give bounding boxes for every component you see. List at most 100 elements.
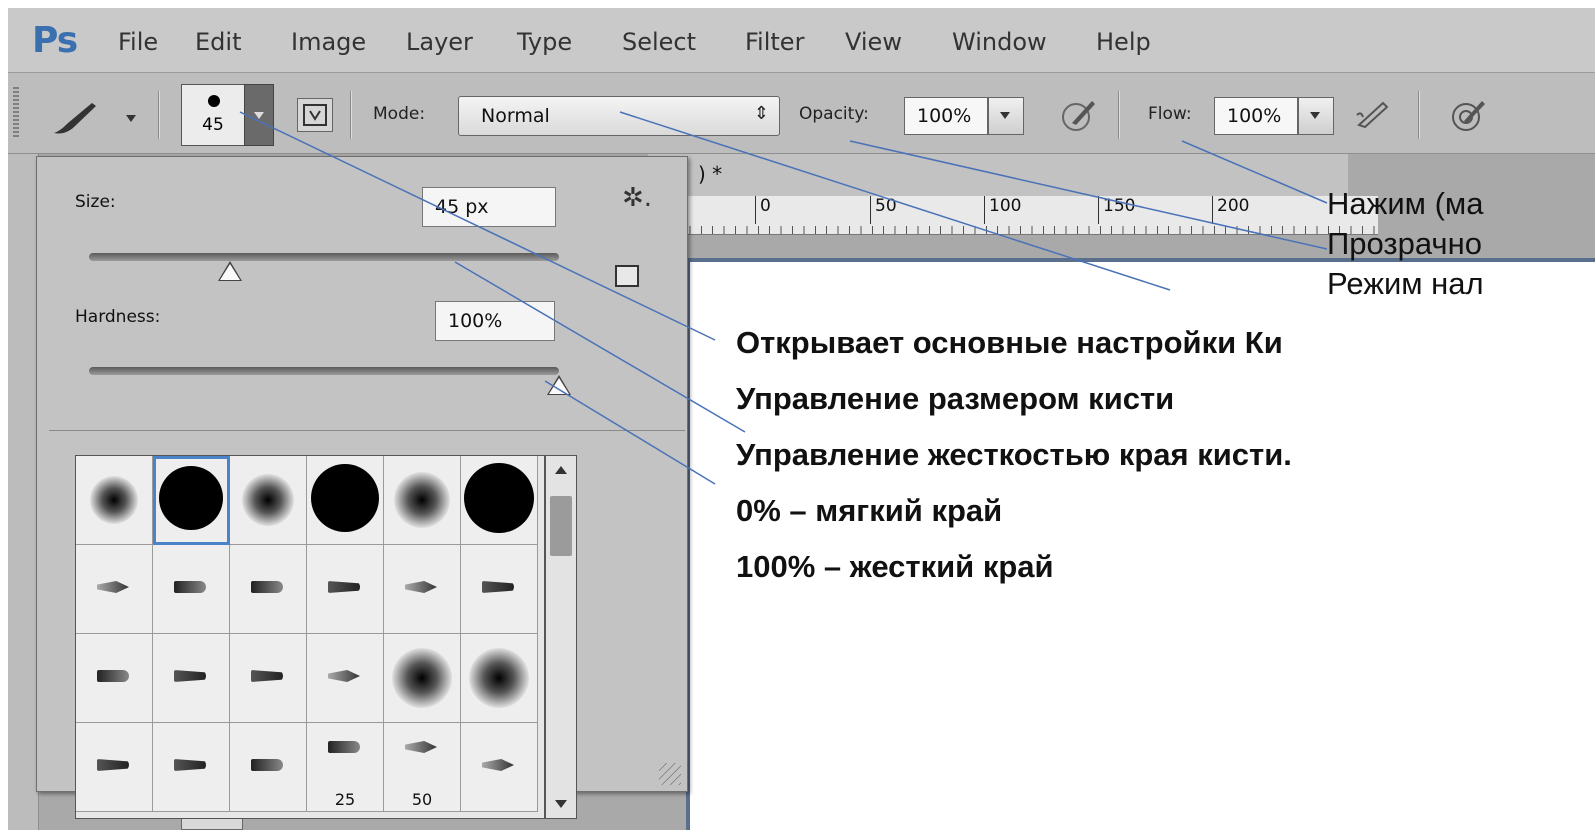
menu-help[interactable]: Help xyxy=(1096,28,1151,56)
brush-preset-hard-round[interactable] xyxy=(307,456,384,545)
hardness-field[interactable]: 100% xyxy=(435,301,555,341)
opacity-dropdown[interactable] xyxy=(988,97,1024,135)
brush-preset-tip[interactable] xyxy=(461,723,538,812)
size-field[interactable]: 45 px xyxy=(422,187,556,227)
preset-number: 50 xyxy=(411,790,433,809)
brush-preset-soft-round[interactable] xyxy=(76,456,153,545)
tools-panel xyxy=(8,154,39,830)
brush-preset-tip[interactable] xyxy=(153,545,230,634)
brush-preset-tip[interactable] xyxy=(153,634,230,723)
ruler-mark: 150 xyxy=(1098,196,1135,224)
chevron-down-icon xyxy=(1310,112,1320,119)
gear-icon[interactable]: ✲. xyxy=(622,183,652,213)
brush-panel-toggle-button[interactable] xyxy=(297,98,333,132)
brush-tool-icon[interactable] xyxy=(48,97,108,137)
chevron-down-icon xyxy=(254,112,264,119)
mode-label: Mode: xyxy=(373,104,426,124)
brush-preset-tip-25[interactable]: 25 xyxy=(307,723,384,812)
ruler-mark: 200 xyxy=(1212,196,1249,224)
brush-preset-soft-round[interactable] xyxy=(461,634,538,723)
ruler-mark: 100 xyxy=(984,196,1021,224)
menu-layer[interactable]: Layer xyxy=(406,28,473,56)
updown-arrows-icon: ⇕ xyxy=(753,103,769,124)
menu-edit[interactable]: Edit xyxy=(195,28,241,56)
brush-preset-button[interactable]: 45 xyxy=(181,84,245,146)
annotation-mode: Режим нал xyxy=(1327,266,1484,301)
brush-preset-tip[interactable] xyxy=(76,545,153,634)
hardness-slider-track[interactable] xyxy=(89,367,559,375)
tablet-pressure-opacity-icon[interactable] xyxy=(1058,95,1098,135)
hardness-value: 100% xyxy=(448,310,503,332)
brush-preset-tip[interactable] xyxy=(384,545,461,634)
brush-preset-tip[interactable] xyxy=(461,545,538,634)
brush-preset-hard-round-selected[interactable] xyxy=(153,456,230,545)
options-bar: 45 Mode: Normal ⇕ Opacity: 100% Flow: 10… xyxy=(8,73,1595,154)
brush-preset-tip[interactable] xyxy=(76,634,153,723)
brush-preset-size: 45 xyxy=(202,115,224,135)
menu-filter[interactable]: Filter xyxy=(745,28,804,56)
preset-scrollbar[interactable] xyxy=(545,455,577,819)
brush-preset-tip[interactable] xyxy=(153,723,230,812)
brush-dot-icon xyxy=(208,95,220,107)
new-preset-icon[interactable] xyxy=(615,265,639,287)
document-tab-title: ) * xyxy=(698,162,723,186)
mode-select[interactable]: Normal ⇕ xyxy=(458,96,780,136)
brush-preset-soft-round[interactable] xyxy=(230,456,307,545)
document-tab[interactable]: ) * xyxy=(648,154,1348,196)
flow-value: 100% xyxy=(1227,105,1282,127)
annotation-soft-edge: 0% – мягкий край xyxy=(736,493,1003,528)
size-slider-thumb[interactable] xyxy=(218,261,242,281)
annotation-hard-edge: 100% – жесткий край xyxy=(736,549,1054,584)
scroll-thumb[interactable] xyxy=(550,496,572,556)
flow-dropdown[interactable] xyxy=(1298,97,1334,135)
divider xyxy=(49,430,685,431)
photoshop-window: Ps File Edit Image Layer Type Select Fil… xyxy=(8,8,1595,830)
menu-file[interactable]: File xyxy=(118,28,158,56)
brush-preset-tip[interactable] xyxy=(230,634,307,723)
annotation-flow: Нажим (ма xyxy=(1327,186,1484,221)
ruler-mark: 50 xyxy=(870,196,897,224)
brush-preset-soft-round[interactable] xyxy=(384,634,461,723)
menu-window[interactable]: Window xyxy=(952,28,1047,56)
opacity-label: Opacity: xyxy=(799,104,869,124)
brush-preset-hard-round[interactable] xyxy=(461,456,538,545)
menu-bar: Ps File Edit Image Layer Type Select Fil… xyxy=(8,8,1595,73)
flow-label: Flow: xyxy=(1148,104,1192,124)
menu-type[interactable]: Type xyxy=(517,28,572,56)
tablet-pressure-size-icon[interactable] xyxy=(1448,95,1488,135)
hardness-label: Hardness: xyxy=(75,307,161,327)
brush-preset-tip[interactable] xyxy=(230,545,307,634)
mode-value: Normal xyxy=(481,105,550,127)
scroll-down-icon[interactable] xyxy=(555,800,567,808)
flow-field[interactable]: 100% xyxy=(1214,97,1298,135)
separator xyxy=(158,91,160,139)
options-bar-grip[interactable] xyxy=(13,87,19,139)
size-slider-track[interactable] xyxy=(89,253,559,261)
hardness-slider-thumb[interactable] xyxy=(547,375,571,395)
brush-preset-dropdown[interactable] xyxy=(244,84,274,146)
brush-preset-tip[interactable] xyxy=(307,634,384,723)
brush-preset-grid: 25 50 xyxy=(75,455,545,819)
scroll-up-icon[interactable] xyxy=(555,466,567,474)
ps-logo: Ps xyxy=(32,20,78,61)
brush-preset-tip[interactable] xyxy=(76,723,153,812)
tool-preset-arrow-icon[interactable] xyxy=(126,115,136,122)
menu-view[interactable]: View xyxy=(845,28,902,56)
annotation-hardness-control: Управление жесткостью края кисти. xyxy=(736,437,1292,472)
annotation-opacity: Прозрачно xyxy=(1327,226,1482,261)
brush-preset-picker: Size: 45 px ✲. Hardness: 100% 25 50 xyxy=(36,156,688,819)
brush-preset-soft-round[interactable] xyxy=(384,456,461,545)
brush-preset-tip-50[interactable]: 50 xyxy=(384,723,461,812)
opacity-field[interactable]: 100% xyxy=(904,97,988,135)
resize-grip-icon[interactable] xyxy=(659,763,681,785)
menu-image[interactable]: Image xyxy=(291,28,366,56)
airbrush-icon[interactable] xyxy=(1353,95,1393,135)
opacity-value: 100% xyxy=(917,105,972,127)
brush-preset-tip[interactable] xyxy=(307,545,384,634)
size-value: 45 px xyxy=(435,196,489,218)
preset-number: 25 xyxy=(334,790,356,809)
annotation-size-control: Управление размером кисти xyxy=(736,381,1175,416)
menu-select[interactable]: Select xyxy=(622,28,696,56)
brush-preset-tip[interactable] xyxy=(230,723,307,812)
brush-panel-icon xyxy=(303,104,327,126)
